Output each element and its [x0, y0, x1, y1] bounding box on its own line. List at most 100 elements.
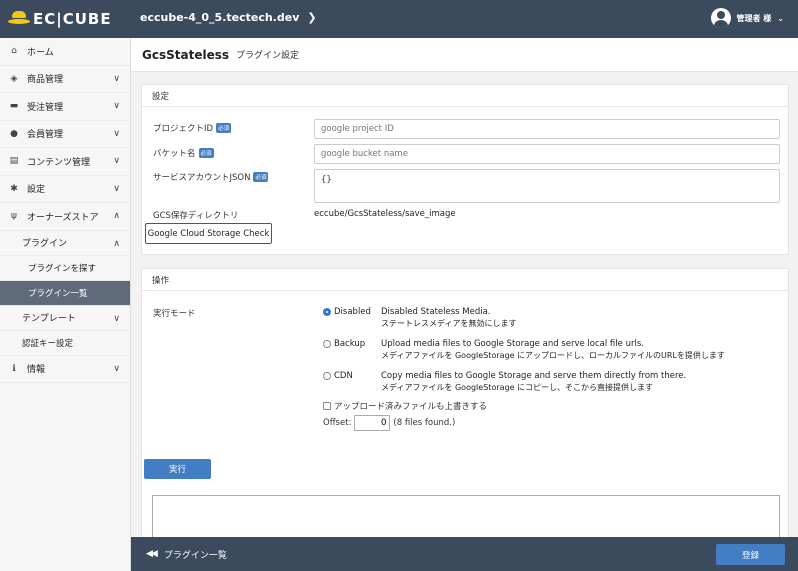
- bucket-label-text: バケット名: [153, 149, 196, 159]
- sidebar-item-label: プラグインを探す: [28, 263, 97, 274]
- radio-selected-icon[interactable]: [323, 308, 331, 316]
- offset-row: Offset: (8 files found.): [323, 415, 455, 431]
- sidebar-item-products[interactable]: ◈ 商品管理 ∨: [0, 66, 130, 93]
- sidebar-item-plugin[interactable]: プラグイン ∧: [0, 231, 130, 256]
- operation-heading: 操作: [142, 269, 788, 291]
- top-bar: EC|CUBE eccube-4_0_5.tectech.dev ❯ 管理者 様…: [0, 0, 798, 38]
- chevron-down-icon: ∨: [113, 183, 120, 194]
- sidebar-item-label: プラグイン: [22, 239, 68, 249]
- sidebar-item-contents[interactable]: ▤ コンテンツ管理 ∨: [0, 148, 130, 176]
- sidebar-item-label: 情報: [27, 365, 46, 376]
- sidebar-item-template[interactable]: テンプレート ∨: [0, 306, 130, 331]
- offset-label: Offset:: [323, 418, 352, 428]
- required-badge: 必須: [253, 172, 269, 182]
- sidebar-item-plugin-search[interactable]: プラグインを探す: [0, 256, 130, 281]
- home-icon: ⌂: [11, 46, 17, 57]
- project-id-input[interactable]: [314, 119, 780, 139]
- mode-desc-en: Disabled Stateless Media.: [381, 307, 491, 317]
- file-icon: ▤: [9, 156, 19, 167]
- page-subtitle: プラグイン設定: [236, 51, 300, 61]
- back-to-plugin-list-link[interactable]: ◀◀ プラグイン一覧: [146, 548, 227, 561]
- user-name: 管理者 様: [736, 13, 772, 23]
- overwrite-label: アップロード済みファイルも上書きする: [334, 402, 488, 412]
- sidebar-item-label: 会員管理: [27, 130, 64, 141]
- mode-desc-jp: ステートレスメディアを無効にします: [381, 319, 517, 328]
- cart-icon: ▬: [9, 101, 19, 112]
- gear-icon: ✱: [10, 183, 18, 194]
- mode-desc-cdn: Copy media files to Google Storage and s…: [381, 370, 686, 394]
- offset-input[interactable]: [354, 415, 391, 431]
- mode-desc-jp: メディアファイルを GoogleStorage にコピーし、そこから直接提供しま…: [381, 383, 654, 392]
- eccube-logo[interactable]: EC|CUBE: [8, 9, 112, 29]
- site-link[interactable]: eccube-4_0_5.tectech.dev ❯: [140, 11, 317, 24]
- user-avatar-icon: [710, 8, 731, 28]
- service-account-json-label-text: サービスアカウントJSON: [153, 173, 251, 183]
- user-menu[interactable]: 管理者 様 ⌄: [710, 8, 784, 28]
- chevron-down-icon: ∨: [113, 101, 120, 111]
- mode-desc-en: Upload media files to Google Storage and…: [381, 339, 644, 349]
- sidebar-item-info[interactable]: ℹ 情報 ∨: [0, 356, 130, 383]
- sidebar-item-label: 商品管理: [27, 75, 64, 86]
- logo-text: EC|CUBE: [33, 10, 112, 28]
- double-chevron-left-icon: ◀◀: [146, 549, 158, 559]
- sidebar-item-label: オーナーズストア: [27, 212, 99, 223]
- footer-bar: ◀◀ プラグイン一覧 登録: [131, 537, 798, 571]
- page-title: GcsStateless: [142, 47, 229, 62]
- run-button[interactable]: 実行: [144, 459, 211, 479]
- service-account-json-label: サービスアカウントJSON 必須: [153, 171, 269, 183]
- mode-option-label: CDN: [334, 371, 353, 381]
- sidebar-item-settings[interactable]: ✱ 設定 ∨: [0, 176, 130, 203]
- mode-option-disabled[interactable]: Disabled: [323, 307, 371, 317]
- files-found-text: (8 files found.): [393, 418, 456, 428]
- chevron-up-icon: ∧: [113, 211, 120, 221]
- service-account-json-textarea[interactable]: {}: [314, 169, 780, 203]
- sidebar-item-owners-store[interactable]: ψ オーナーズストア ∧: [0, 203, 130, 231]
- radio-icon[interactable]: [323, 372, 331, 380]
- chevron-up-icon: ∧: [113, 238, 120, 249]
- sidebar-item-orders[interactable]: ▬ 受注管理 ∨: [0, 93, 130, 121]
- required-badge: 必須: [216, 123, 232, 133]
- gcs-dir-label: GCS保存ディレクトリ: [153, 211, 239, 221]
- bucket-label: バケット名 必須: [153, 147, 214, 159]
- sidebar-item-label: 受注管理: [27, 102, 64, 113]
- chevron-down-icon: ∨: [113, 363, 120, 374]
- sidebar-item-label: ホーム: [27, 47, 54, 58]
- save-button[interactable]: 登録: [716, 544, 785, 565]
- sidebar-item-customers[interactable]: ● 会員管理 ∨: [0, 121, 130, 148]
- plug-icon: ψ: [11, 211, 17, 222]
- mode-desc-en: Copy media files to Google Storage and s…: [381, 371, 687, 381]
- chevron-down-icon: ∨: [113, 313, 120, 324]
- settings-heading: 設定: [142, 85, 788, 107]
- sidebar-item-label: 認証キー設定: [22, 338, 74, 349]
- mode-desc-backup: Upload media files to Google Storage and…: [381, 338, 725, 362]
- project-id-label-text: プロジェクトID: [153, 124, 214, 134]
- required-badge: 必須: [198, 148, 214, 158]
- hat-logo-icon: [8, 11, 30, 27]
- project-id-label: プロジェクトID 必須: [153, 122, 232, 134]
- chevron-right-icon: ❯: [307, 11, 317, 24]
- mode-option-cdn[interactable]: CDN: [323, 371, 353, 381]
- sidebar-item-plugin-list[interactable]: プラグイン一覧: [0, 280, 130, 306]
- chevron-down-icon: ∨: [113, 128, 120, 139]
- sidebar-item-home[interactable]: ⌂ ホーム: [0, 38, 130, 66]
- mode-option-label: Disabled: [334, 307, 371, 317]
- back-label: プラグイン一覧: [163, 550, 227, 561]
- sidebar-item-label: テンプレート: [22, 314, 76, 324]
- radio-icon[interactable]: [323, 340, 331, 348]
- operation-card: 操作 実行モード Disabled Disabled Stateless Med…: [141, 268, 789, 571]
- overwrite-checkbox-row[interactable]: アップロード済みファイルも上書きする: [323, 400, 487, 412]
- users-icon: ●: [10, 128, 18, 139]
- mode-label: 実行モード: [153, 309, 196, 319]
- sidebar-item-label: プラグイン一覧: [28, 288, 88, 299]
- sidebar-item-label: コンテンツ管理: [27, 157, 91, 168]
- info-icon: ℹ: [12, 363, 16, 374]
- gcs-check-button[interactable]: Google Cloud Storage Check: [145, 223, 272, 244]
- site-name: eccube-4_0_5.tectech.dev: [140, 11, 300, 24]
- bucket-name-input[interactable]: [314, 144, 780, 164]
- sidebar-item-auth-key[interactable]: 認証キー設定: [0, 331, 130, 356]
- gcs-dir-value: eccube/GcsStateless/save_image: [314, 209, 456, 219]
- page-header: GcsStateless プラグイン設定: [131, 38, 798, 72]
- checkbox-icon[interactable]: [323, 402, 331, 410]
- mode-option-backup[interactable]: Backup: [323, 339, 365, 349]
- mode-desc-disabled: Disabled Stateless Media. ステートレスメディアを無効に…: [381, 306, 516, 330]
